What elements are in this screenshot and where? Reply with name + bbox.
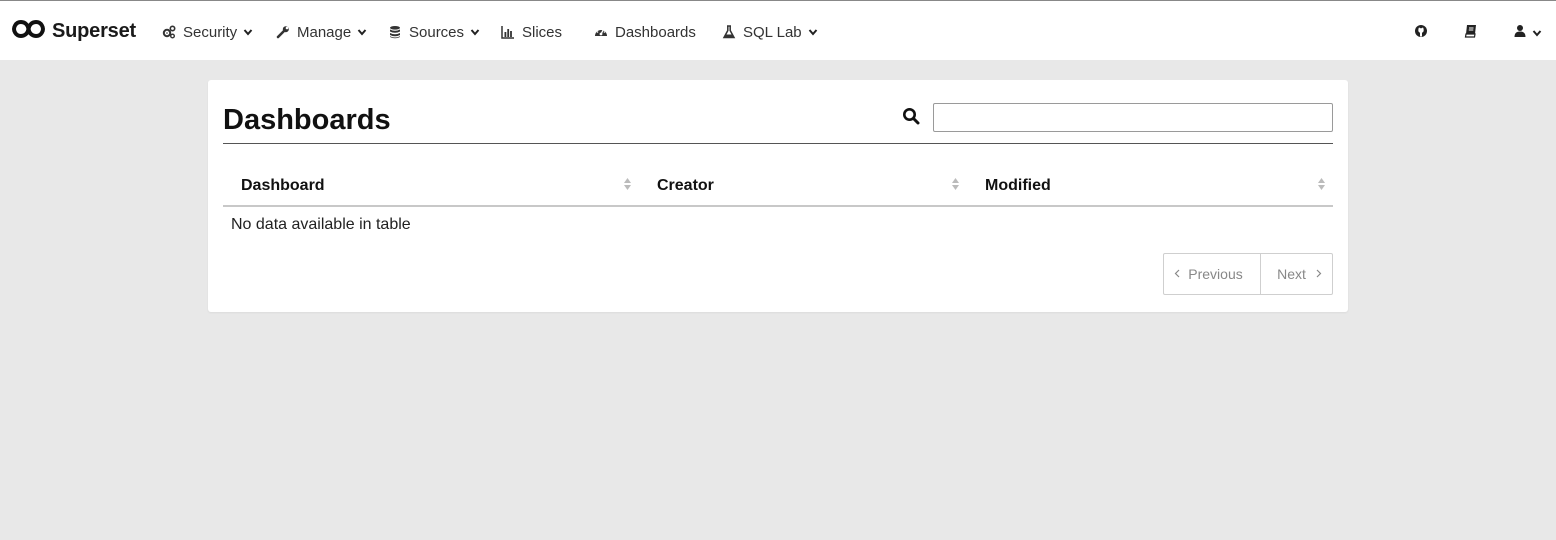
search-icon[interactable] bbox=[902, 107, 920, 125]
title-divider bbox=[223, 143, 1333, 144]
chevron-down-icon bbox=[357, 27, 367, 37]
sort-icon[interactable] bbox=[951, 177, 960, 191]
brand-link[interactable]: Superset bbox=[11, 16, 136, 46]
nav-manage-menu[interactable]: Manage bbox=[276, 21, 367, 43]
nav-manage-label: Manage bbox=[297, 23, 352, 41]
sort-icon[interactable] bbox=[623, 177, 632, 191]
book-icon bbox=[1464, 24, 1478, 43]
infinity-logo-icon bbox=[11, 19, 46, 44]
nav-sources-menu[interactable]: Sources bbox=[388, 21, 480, 43]
nav-security-label: Security bbox=[183, 23, 238, 41]
nav-sqllab-menu[interactable]: SQL Lab bbox=[722, 21, 818, 43]
column-header-dashboard[interactable]: Dashboard bbox=[241, 175, 325, 197]
nav-dashboards-label: Dashboards bbox=[615, 23, 696, 41]
column-header-creator[interactable]: Creator bbox=[657, 175, 714, 197]
column-header-modified[interactable]: Modified bbox=[985, 175, 1051, 197]
dashboard-gauge-icon bbox=[594, 25, 608, 39]
chevron-down-icon bbox=[1532, 28, 1542, 38]
user-menu[interactable] bbox=[1513, 23, 1542, 43]
wrench-icon bbox=[276, 25, 290, 39]
dashboards-panel: Dashboards Dashboard Creator Modified No… bbox=[208, 80, 1348, 312]
pagination: Previous Next bbox=[1163, 253, 1333, 295]
search-input[interactable] bbox=[933, 103, 1333, 132]
bar-chart-icon bbox=[501, 25, 515, 39]
table-header-divider bbox=[223, 205, 1333, 207]
nav-slices-label: Slices bbox=[522, 23, 563, 41]
next-page-label: Next bbox=[1277, 266, 1306, 282]
database-icon bbox=[388, 25, 402, 39]
empty-table-message: No data available in table bbox=[231, 216, 411, 233]
user-icon bbox=[1513, 24, 1527, 43]
chevron-left-icon bbox=[1174, 265, 1180, 278]
brand-name: Superset bbox=[52, 19, 136, 42]
cogs-icon bbox=[162, 25, 176, 39]
page-title: Dashboards bbox=[223, 104, 391, 136]
github-link[interactable] bbox=[1414, 23, 1428, 43]
chevron-down-icon bbox=[470, 27, 480, 37]
nav-slices-link[interactable]: Slices bbox=[501, 21, 562, 43]
previous-page-button[interactable]: Previous bbox=[1164, 254, 1261, 294]
github-icon bbox=[1414, 24, 1428, 43]
nav-sqllab-label: SQL Lab bbox=[743, 23, 802, 41]
nav-security-menu[interactable]: Security bbox=[162, 21, 253, 43]
next-page-button[interactable]: Next bbox=[1261, 254, 1332, 294]
chevron-down-icon bbox=[808, 27, 818, 37]
chevron-down-icon bbox=[243, 27, 253, 37]
previous-page-label: Previous bbox=[1188, 266, 1243, 282]
nav-dashboards-link[interactable]: Dashboards bbox=[594, 21, 696, 43]
docs-link[interactable] bbox=[1464, 23, 1478, 43]
sort-icon[interactable] bbox=[1317, 177, 1326, 191]
nav-sources-label: Sources bbox=[409, 23, 465, 41]
flask-icon bbox=[722, 25, 736, 39]
chevron-right-icon bbox=[1316, 265, 1322, 278]
top-navbar: Superset Security Manage Sources Slices … bbox=[0, 0, 1556, 60]
